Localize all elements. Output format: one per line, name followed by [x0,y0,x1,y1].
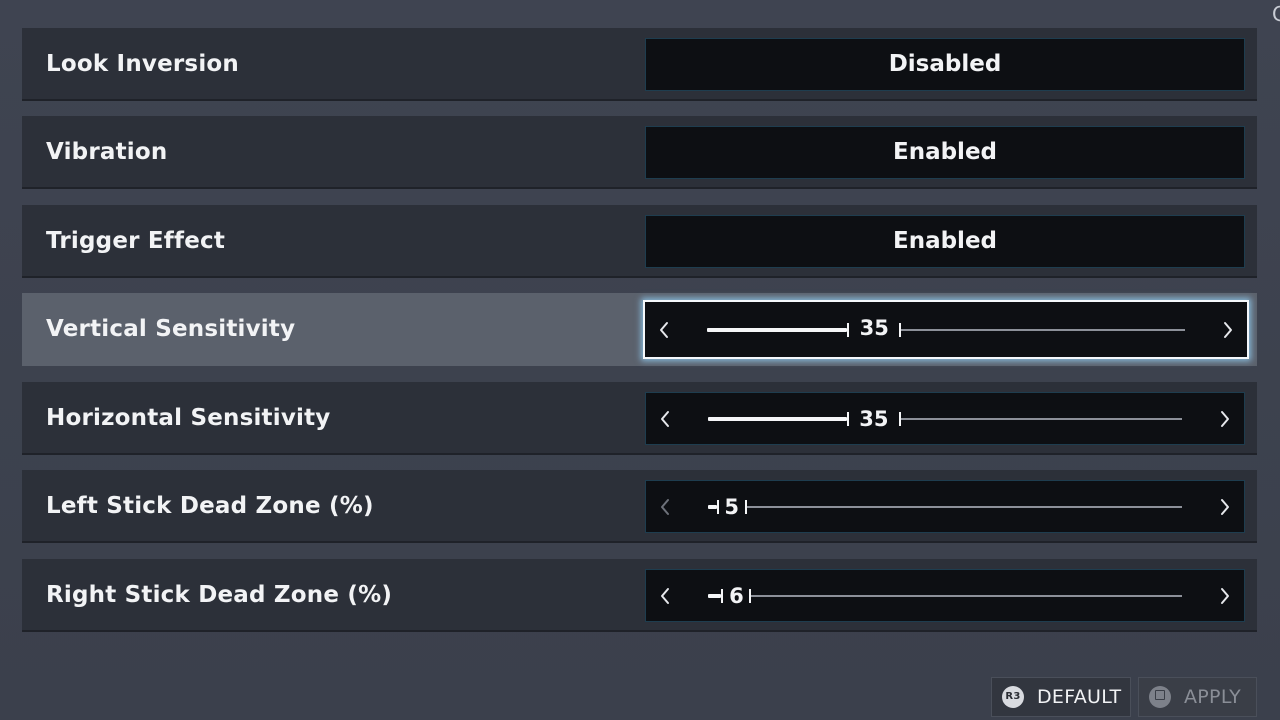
setting-label: Horizontal Sensitivity [46,405,331,431]
setting-row-look-inversion[interactable]: Look Inversion Disabled [22,28,1257,101]
corner-partial-glyph-icon: C [1272,4,1280,24]
slider-fill [707,327,848,332]
right-stick-dead-zone-slider[interactable]: 6 [645,569,1245,622]
chevron-left-icon[interactable] [649,302,679,357]
horizontal-sensitivity-slider[interactable]: 35 [645,392,1245,445]
setting-row-horizontal-sensitivity[interactable]: Horizontal Sensitivity 35 [22,382,1257,455]
toggle-value: Disabled [888,51,1002,77]
setting-label: Left Stick Dead Zone (%) [46,493,374,519]
vertical-sensitivity-slider[interactable]: 35 [643,300,1249,359]
default-button[interactable]: R3 DEFAULT [991,677,1131,717]
default-button-label: DEFAULT [1037,686,1122,708]
chevron-left-icon[interactable] [650,393,680,444]
chevron-right-icon[interactable] [1210,393,1240,444]
slider-track[interactable] [751,594,1182,597]
slider-value: 6 [729,584,744,608]
setting-row-vibration[interactable]: Vibration Enabled [22,116,1257,189]
slider-fill [708,416,847,421]
setting-label: Look Inversion [46,51,239,77]
slider-fill [708,504,717,509]
toggle-value: Enabled [892,139,998,165]
setting-label: Trigger Effect [46,228,226,254]
r3-button-icon: R3 [1002,686,1024,708]
apply-button[interactable]: APPLY [1138,677,1257,717]
chevron-left-icon[interactable] [650,570,680,621]
left-stick-dead-zone-slider[interactable]: 5 [645,480,1245,533]
setting-label: Right Stick Dead Zone (%) [46,582,393,608]
slider-track[interactable] [901,328,1185,331]
setting-row-vertical-sensitivity[interactable]: Vertical Sensitivity 35 [22,293,1257,366]
slider-value: 35 [859,316,889,340]
chevron-right-icon[interactable] [1213,302,1243,357]
square-button-icon [1149,686,1171,708]
chevron-right-icon[interactable] [1210,570,1240,621]
setting-row-right-stick-dead-zone[interactable]: Right Stick Dead Zone (%) 6 [22,559,1257,632]
trigger-effect-toggle[interactable]: Enabled [645,215,1245,268]
setting-row-trigger-effect[interactable]: Trigger Effect Enabled [22,205,1257,278]
controller-settings-screen: C Look Inversion Disabled Vibration Enab… [0,0,1280,720]
slider-track[interactable] [900,417,1182,420]
toggle-value: Enabled [892,228,998,254]
chevron-left-icon[interactable] [650,481,680,532]
look-inversion-toggle[interactable]: Disabled [645,38,1245,91]
setting-label: Vertical Sensitivity [46,316,296,342]
slider-track[interactable] [746,505,1182,508]
setting-label: Vibration [46,139,168,165]
chevron-right-icon[interactable] [1210,481,1240,532]
slider-fill [708,593,722,598]
slider-value: 5 [724,495,739,519]
setting-row-left-stick-dead-zone[interactable]: Left Stick Dead Zone (%) 5 [22,470,1257,543]
apply-button-label: APPLY [1184,686,1242,708]
slider-value: 35 [859,407,889,431]
vibration-toggle[interactable]: Enabled [645,126,1245,179]
